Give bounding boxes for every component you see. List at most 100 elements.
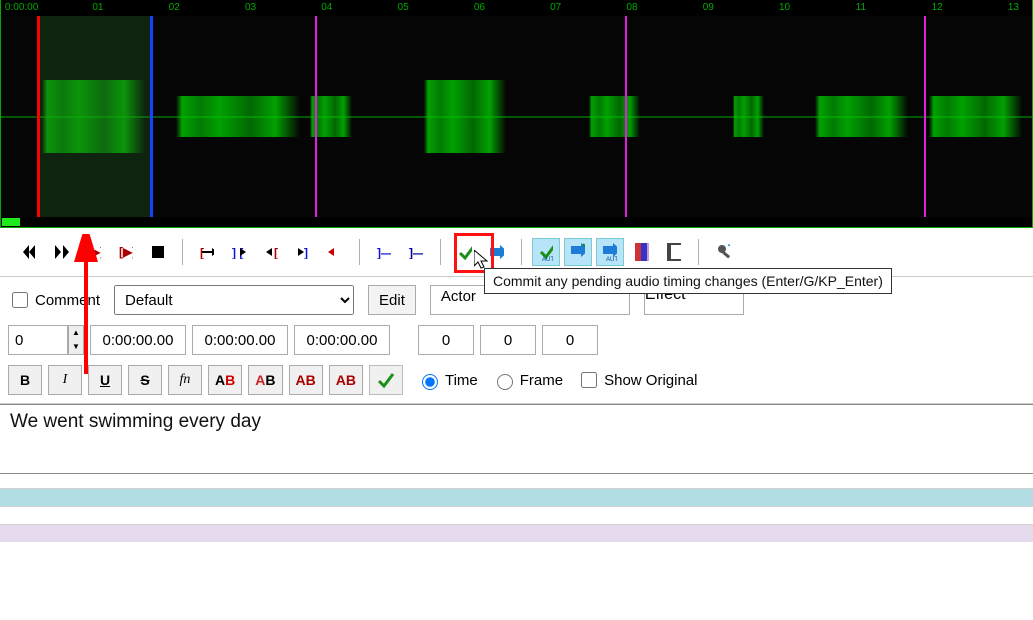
show-original-label: Show Original (604, 372, 697, 389)
audio-toolbar: [▶] [▶] [ ] [ [ (0, 228, 1033, 277)
color-primary-button[interactable]: AB (208, 365, 242, 395)
svg-text:AUTO: AUTO (606, 257, 617, 262)
svg-text:]: ] (304, 246, 308, 259)
frame-radio-input[interactable] (497, 374, 513, 390)
commit-button[interactable] (451, 238, 479, 266)
play-selection-button[interactable]: [▶] (112, 238, 140, 266)
spectrum-button[interactable] (628, 238, 656, 266)
underline-button[interactable]: U (88, 365, 122, 395)
waveform-burst (424, 80, 506, 152)
frame-radio[interactable]: Frame (492, 371, 563, 390)
edit-label: Edit (379, 292, 405, 309)
style-select[interactable]: Default (114, 285, 354, 315)
svg-text:]——[: ]——[ (377, 246, 391, 259)
keyframe-marker-0[interactable] (315, 16, 317, 217)
time-tick: 13 (1008, 2, 1019, 13)
time-tick: 03 (245, 2, 256, 13)
karaoke-mic-button[interactable] (709, 238, 737, 266)
filmstrip-button[interactable] (660, 238, 688, 266)
play-button[interactable]: [▶] (80, 238, 108, 266)
start-time-input[interactable] (90, 325, 186, 355)
strip-blank (0, 506, 1033, 524)
waveform-burst (929, 96, 1022, 136)
svg-text:[: [ (200, 246, 204, 259)
subtitle-text-editor[interactable]: We went swimming every day (0, 404, 1033, 474)
waveform-area[interactable] (1, 16, 1032, 217)
audio-waveform-panel[interactable]: 0:00:0001020304050607080910111213 (0, 0, 1033, 228)
auto-next-button[interactable]: AUTO (596, 238, 624, 266)
tooltip-text: Commit any pending audio timing changes … (493, 273, 883, 289)
set-start-button[interactable]: ]——[ (370, 238, 398, 266)
edit-style-button[interactable]: Edit (368, 285, 416, 315)
shift-range-button[interactable] (321, 238, 349, 266)
waveform-burst (176, 96, 300, 136)
strike-button[interactable]: S (128, 365, 162, 395)
svg-text:[: [ (274, 246, 278, 259)
selection-button[interactable]: ] [ (225, 238, 253, 266)
italic-button[interactable]: I (48, 365, 82, 395)
grid-preview-strips (0, 488, 1033, 542)
color-shadow-button[interactable]: AB (329, 365, 363, 395)
bold-button[interactable]: B (8, 365, 42, 395)
margin-left-input[interactable] (418, 325, 474, 355)
auto-scroll-button[interactable] (564, 238, 592, 266)
margin-vertical-input[interactable] (542, 325, 598, 355)
layer-down-button[interactable]: ▼ (69, 340, 83, 354)
color-secondary-button[interactable]: AB (248, 365, 282, 395)
keyframe-marker-2[interactable] (924, 16, 926, 217)
time-tick: 01 (92, 2, 103, 13)
time-tick: 09 (703, 2, 714, 13)
set-end-button[interactable]: ]— (402, 238, 430, 266)
time-tick: 06 (474, 2, 485, 13)
format-toolbar: B I U S fn AB AB AB AB Time Frame Show O… (0, 361, 1033, 404)
commit-next-button[interactable] (483, 238, 511, 266)
svg-text:]—: ]— (409, 246, 423, 259)
layer-up-button[interactable]: ▲ (69, 326, 83, 340)
prev-cue-button[interactable]: [ (257, 238, 285, 266)
comment-checkbox[interactable]: Comment (8, 289, 100, 311)
play-prev-button[interactable] (48, 238, 76, 266)
comment-checkbox-input[interactable] (12, 292, 28, 308)
progress-strip[interactable] (1, 217, 1032, 227)
time-tick: 04 (321, 2, 332, 13)
cue-end-marker[interactable] (150, 16, 153, 217)
waveform-burst (815, 96, 908, 136)
time-tick: 08 (626, 2, 637, 13)
time-tick: 07 (550, 2, 561, 13)
time-tick: 12 (932, 2, 943, 13)
end-time-input[interactable] (192, 325, 288, 355)
time-tick: 02 (169, 2, 180, 13)
selection-region[interactable] (37, 16, 150, 217)
progress-fill (2, 218, 20, 226)
time-radio[interactable]: Time (417, 371, 478, 390)
svg-text:[▶]: [▶] (87, 245, 101, 259)
keyframe-marker-1[interactable] (625, 16, 627, 217)
waveform-burst (733, 96, 764, 136)
stop-button[interactable] (144, 238, 172, 266)
layer-spinner[interactable]: ▲ ▼ (68, 325, 84, 355)
tooltip: Commit any pending audio timing changes … (484, 268, 892, 294)
color-outline-button[interactable]: AB (289, 365, 323, 395)
svg-text:AUTO: AUTO (542, 257, 553, 262)
margin-right-input[interactable] (480, 325, 536, 355)
strip-lavender (0, 524, 1033, 542)
show-original-checkbox[interactable]: Show Original (577, 369, 697, 391)
next-cue-button[interactable]: ] (289, 238, 317, 266)
rewind-start-button[interactable] (16, 238, 44, 266)
auto-commit-check-button[interactable]: AUTO (532, 238, 560, 266)
svg-text:[▶]: [▶] (119, 245, 133, 259)
time-ruler[interactable]: 0:00:0001020304050607080910111213 (1, 0, 1032, 16)
time-tick: 05 (398, 2, 409, 13)
lead-in-button[interactable]: [ (193, 238, 221, 266)
frame-label: Frame (520, 372, 563, 389)
commit-text-button[interactable] (369, 365, 403, 395)
cue-start-marker[interactable] (37, 16, 40, 217)
duration-input[interactable] (294, 325, 390, 355)
comment-label: Comment (35, 292, 100, 309)
time-tick: 10 (779, 2, 790, 13)
layer-input[interactable] (8, 325, 68, 355)
time-radio-input[interactable] (422, 374, 438, 390)
show-original-input[interactable] (581, 372, 597, 388)
time-label: Time (445, 372, 478, 389)
font-name-button[interactable]: fn (168, 365, 202, 395)
